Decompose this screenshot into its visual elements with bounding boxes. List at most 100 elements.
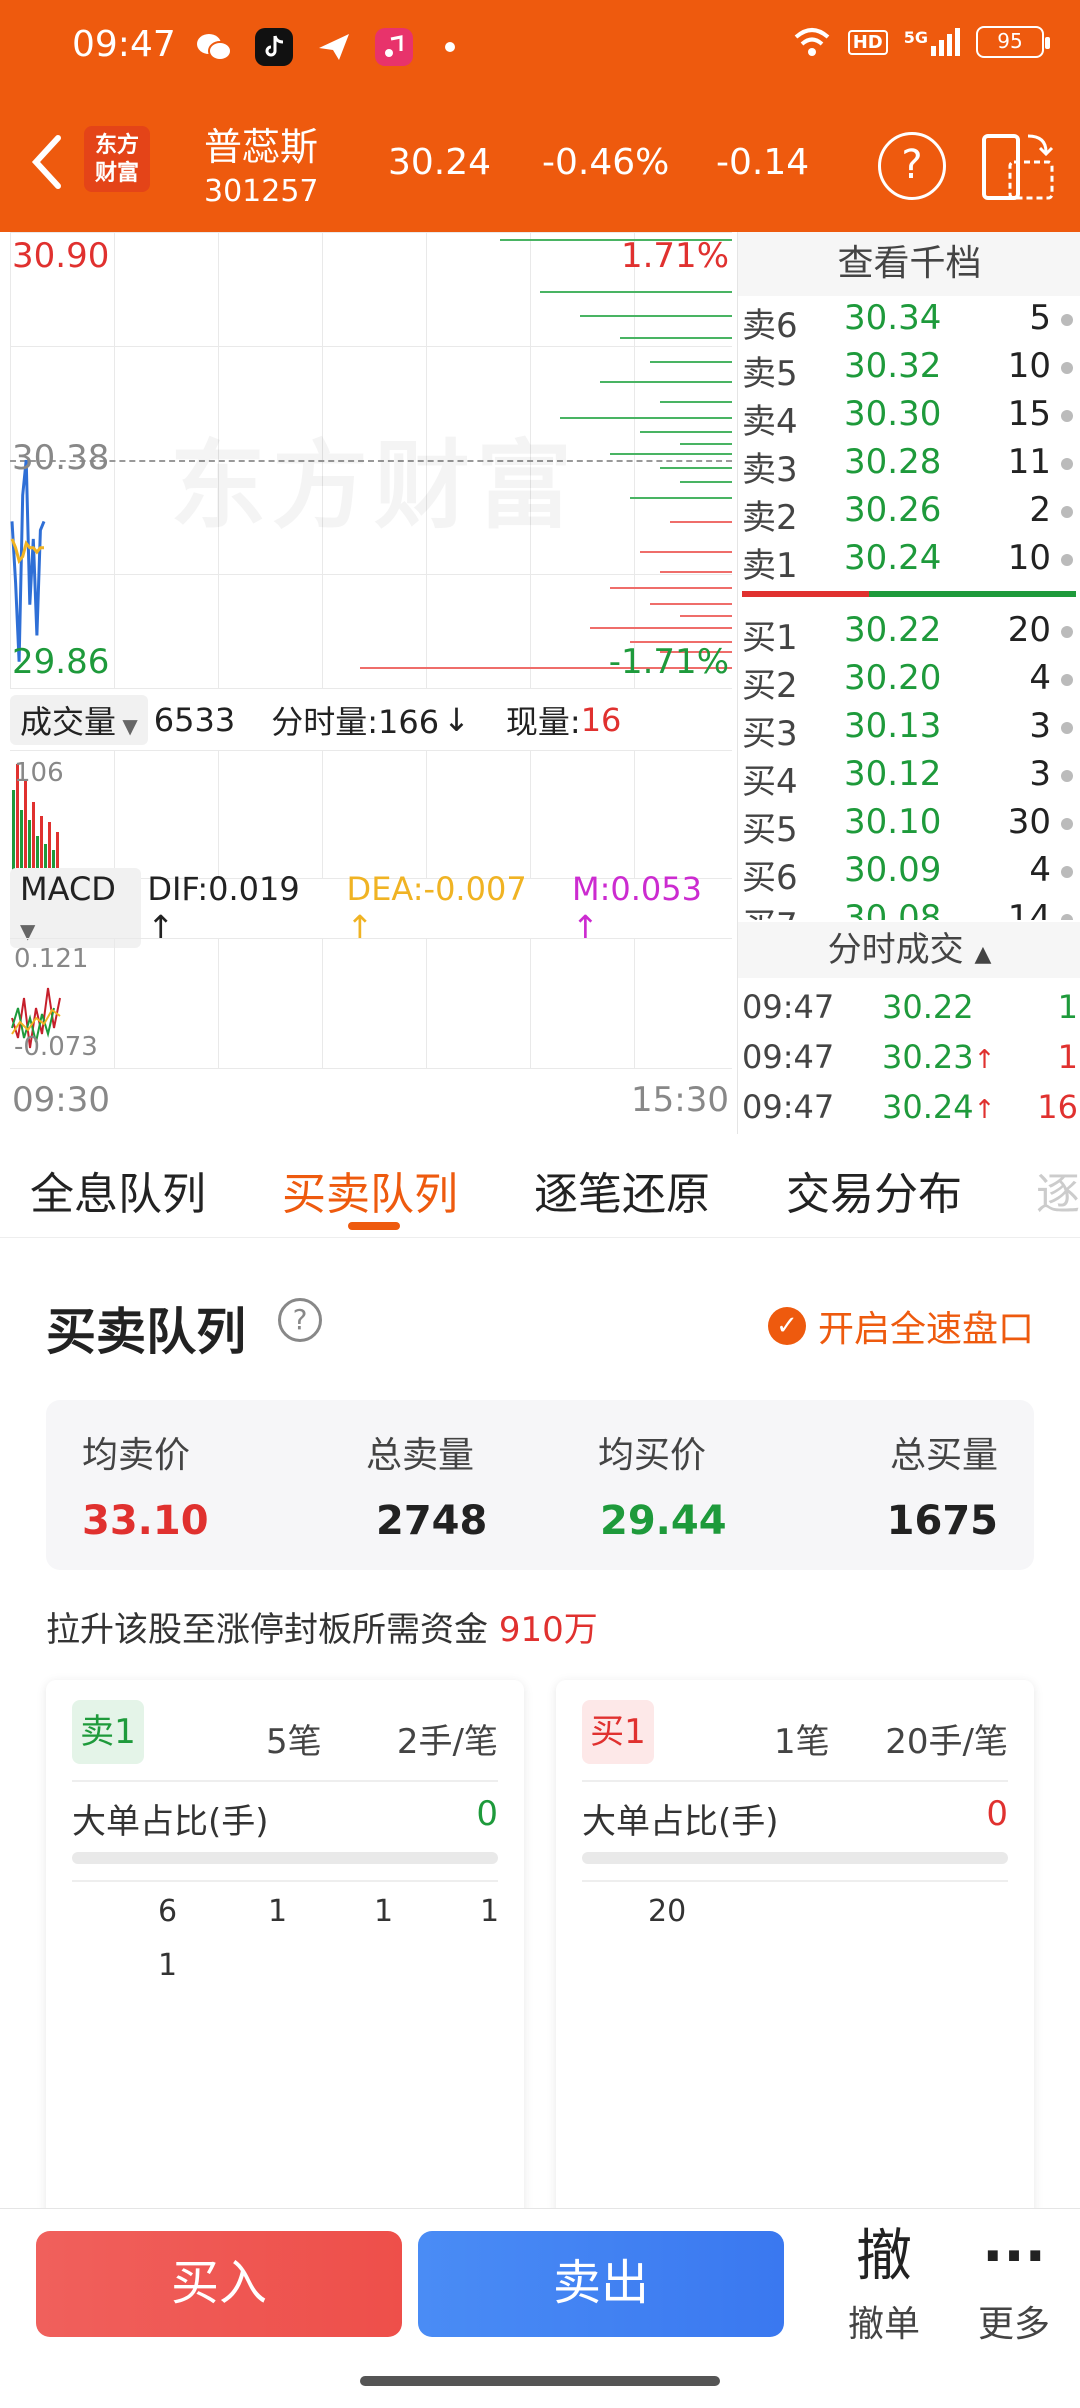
buy-level-5[interactable]: 买5 30.10 30: [738, 802, 1080, 850]
order-book: 查看千档 卖6 30.34 5 卖5 30.32 10 卖4 30.30 15 …: [737, 232, 1080, 1134]
sell1-badge: 卖1: [72, 1700, 144, 1764]
volume-axis-label: 106: [14, 758, 64, 788]
sell-level-4[interactable]: 卖4 30.30 15: [738, 394, 1080, 442]
queue-dot-icon: [1061, 626, 1073, 638]
tab-tick-replay[interactable]: 逐笔还原: [534, 1158, 710, 1222]
trade-row: 09:47 30.22 1: [742, 988, 1078, 1026]
up-arrow-icon: ↑: [973, 1045, 996, 1075]
order-queue-section: 买卖队列 ? ✓ 开启全速盘口 均卖价 33.10 总卖量 2748 均买价 2…: [0, 1238, 1080, 2240]
sell-queue-card: 卖1 5笔 2手/笔 大单占比(手) 0 6 1 1 1 1: [46, 1680, 524, 2240]
queue-dot-icon: [1061, 458, 1073, 470]
grid-line: [426, 750, 427, 878]
enable-fast-quotes-button[interactable]: ✓ 开启全速盘口: [768, 1300, 1034, 1352]
back-arrow-icon: [31, 135, 61, 189]
stock-name: 普蕊斯: [204, 125, 319, 169]
tab-more[interactable]: 逐: [1036, 1158, 1080, 1222]
big-order-ratio-bar: [72, 1852, 498, 1864]
volume-selector[interactable]: 成交量 ▼: [10, 695, 148, 745]
price-low-label: 29.86: [12, 642, 110, 682]
divider: [582, 1780, 1008, 1782]
big-order-ratio-value: 0: [476, 1794, 498, 1834]
queue-dot-icon: [1061, 410, 1073, 422]
queue-dot-icon: [1061, 914, 1073, 920]
total-buy-volume-label: 总买量: [889, 1435, 998, 1476]
more-button[interactable]: ··· 更多: [954, 2219, 1074, 2347]
status-right: HD 5G 95: [792, 26, 1050, 58]
time-sales-header[interactable]: 分时成交 ▲: [738, 922, 1080, 978]
pct-high-label: 1.71%: [620, 236, 729, 276]
stock-code: 301257: [204, 174, 319, 209]
cancel-order-icon: 撤: [856, 2224, 912, 2289]
grid-line: [634, 750, 635, 878]
help-button[interactable]: ?: [878, 132, 946, 200]
queue-order-size: 1: [268, 1894, 288, 1929]
tab-full-queue[interactable]: 全息队列: [30, 1158, 206, 1222]
queue-dot-icon: [1061, 818, 1073, 830]
buy1-badge: 买1: [582, 1700, 654, 1764]
queue-order-size: 20: [648, 1894, 687, 1929]
avg-sell-price-value: 33.10: [82, 1498, 209, 1544]
back-button[interactable]: [26, 132, 72, 192]
sell-button[interactable]: 卖出: [418, 2231, 784, 2337]
eastmoney-logo: 东方 财富: [84, 126, 150, 192]
price-high-label: 30.90: [12, 236, 110, 276]
queue-dot-icon: [1061, 362, 1073, 374]
sell-level-5[interactable]: 卖5 30.32 10: [738, 346, 1080, 394]
price-mid-label: 30.38: [12, 438, 110, 478]
indicator-selector[interactable]: MACD ▼: [10, 868, 142, 948]
big-order-ratio-label: 大单占比(手): [582, 1802, 779, 1842]
sell-level-6[interactable]: 卖6 30.34 5: [738, 298, 1080, 346]
grid-line: [322, 750, 323, 878]
time-start-label: 09:30: [12, 1080, 110, 1120]
send-app-icon: [315, 28, 353, 66]
buy-sell-ratio-bar: [742, 591, 1076, 597]
signal-icon: 5G: [904, 28, 960, 56]
music-app-icon: [375, 28, 413, 66]
big-order-ratio-bar: [582, 1852, 1008, 1864]
wifi-icon: [794, 28, 830, 56]
buy-level-3[interactable]: 买3 30.13 3: [738, 706, 1080, 754]
grid-line: [10, 750, 732, 751]
check-circle-icon: ✓: [768, 1307, 806, 1345]
landscape-switch-button[interactable]: [980, 130, 1056, 202]
down-arrow-icon: ↓: [443, 701, 470, 739]
grid-line: [10, 688, 732, 689]
grid-line: [10, 938, 732, 939]
grid-line: [322, 938, 323, 1068]
tab-trade-distribution[interactable]: 交易分布: [786, 1158, 962, 1222]
tab-order-queue[interactable]: 买卖队列: [282, 1158, 458, 1222]
buy-level-6[interactable]: 买6 30.09 4: [738, 850, 1080, 898]
sell-level-1[interactable]: 卖1 30.24 10: [738, 538, 1080, 586]
pct-low-label: -1.71%: [608, 642, 729, 682]
buy-level-1[interactable]: 买1 30.22 20: [738, 610, 1080, 658]
m-value: M:0.053 ↑: [571, 870, 702, 946]
limit-up-funds: 拉升该股至涨停封板所需资金 910万: [46, 1610, 598, 1650]
section-title: 买卖队列: [46, 1303, 246, 1361]
queue-summary: 均卖价 33.10 总卖量 2748 均买价 29.44 总买量 1675: [46, 1400, 1034, 1570]
buy-level-7[interactable]: 买7 30.08 14: [738, 898, 1080, 920]
stock-price: 30.24: [388, 142, 492, 183]
help-icon[interactable]: ?: [278, 1298, 322, 1342]
stock-topbar: 东方 财富 普蕊斯 301257 30.24 -0.46% -0.14 ?: [0, 110, 1080, 222]
queue-dot-icon: [1061, 314, 1073, 326]
status-time: 09:47: [72, 24, 176, 65]
wechat-icon: [195, 28, 233, 66]
intraday-chart[interactable]: 东方财富 30.90 30.38 29.86 1.71% -1.71% 成交量 …: [0, 232, 735, 1134]
home-indicator[interactable]: [360, 2376, 720, 2386]
sell-level-3[interactable]: 卖3 30.28 11: [738, 442, 1080, 490]
sell-level-2[interactable]: 卖2 30.26 2: [738, 490, 1080, 538]
grid-line: [114, 750, 115, 878]
status-bar: 09:47 HD 5G 95: [0, 0, 1080, 96]
dif-value: DIF:0.019 ↑: [147, 870, 300, 946]
stock-change-pct: -0.46%: [542, 142, 670, 183]
cancel-order-button[interactable]: 撤 撤单: [824, 2219, 944, 2347]
buy-level-2[interactable]: 买2 30.20 4: [738, 658, 1080, 706]
grid-line: [218, 750, 219, 878]
view-full-depth-button[interactable]: 查看千档: [738, 232, 1080, 296]
trade-row: 09:47 30.24↑ 16: [742, 1088, 1078, 1126]
current-volume-value: 16: [580, 701, 622, 739]
buy-level-4[interactable]: 买4 30.12 3: [738, 754, 1080, 802]
up-arrow-icon: ↑: [973, 1095, 996, 1125]
grid-line: [634, 938, 635, 1068]
buy-button[interactable]: 买入: [36, 2231, 402, 2337]
